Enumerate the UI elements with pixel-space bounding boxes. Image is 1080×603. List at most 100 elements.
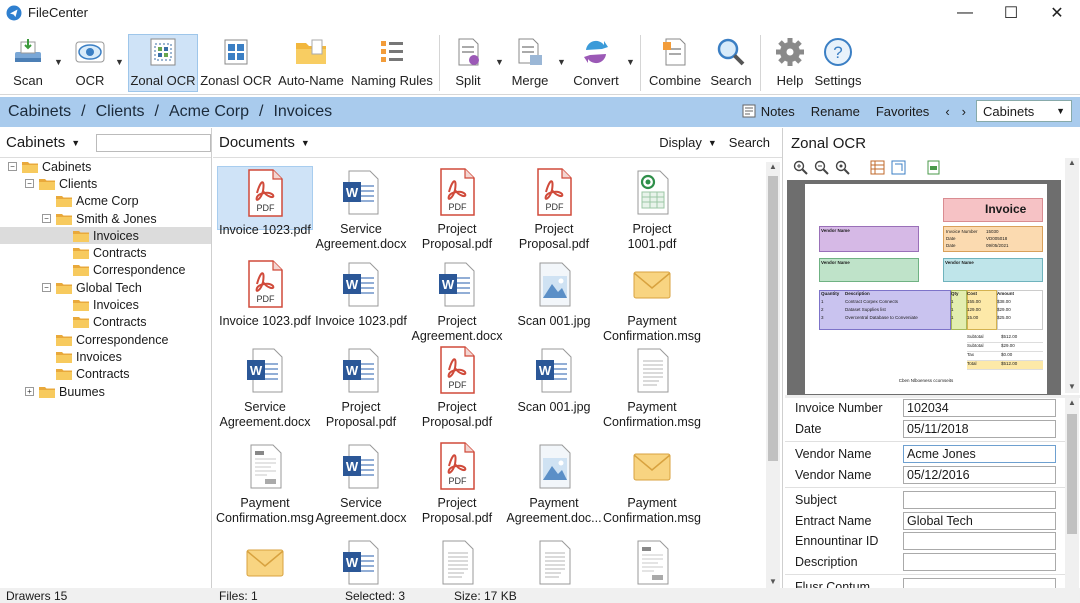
document-item[interactable]: PDF Project Proposal.pdf bbox=[409, 440, 505, 526]
field-input[interactable]: 102034 bbox=[903, 399, 1056, 417]
document-item[interactable]: Payment Confirmation.msg bbox=[216, 440, 314, 526]
scan-button[interactable]: Scan bbox=[8, 35, 48, 91]
favorites-button[interactable]: Favorites bbox=[876, 104, 929, 119]
cabinets-panel-title[interactable]: Cabinets bbox=[6, 134, 65, 151]
naming-rules-button[interactable]: Naming Rules bbox=[351, 35, 433, 91]
document-item[interactable]: Payment Confirmation.msg bbox=[603, 344, 701, 430]
tree-item[interactable]: Acme Corp bbox=[0, 193, 211, 210]
zonasl-ocr-button[interactable]: Zonasl OCR bbox=[200, 35, 272, 91]
document-item[interactable]: W Service Agreement.docx bbox=[217, 344, 313, 430]
tree-item[interactable]: − Clients bbox=[0, 175, 211, 192]
document-item[interactable]: Payment Confirmation.msg bbox=[603, 440, 701, 526]
document-item[interactable]: W Scan 001.jpg bbox=[506, 344, 602, 415]
scroll-down-icon[interactable]: ▼ bbox=[1065, 382, 1079, 391]
cabinet-select[interactable]: Cabinets ▼ bbox=[976, 100, 1072, 122]
breadcrumb-clients[interactable]: Clients bbox=[96, 103, 145, 121]
tree-item[interactable]: Invoices bbox=[0, 296, 211, 313]
document-item[interactable]: Scan 001.jpg bbox=[506, 258, 602, 329]
back-arrow-icon[interactable]: ‹ bbox=[945, 104, 949, 119]
field-input[interactable]: Acme Jones bbox=[903, 445, 1056, 463]
documents-panel-title[interactable]: Documents bbox=[219, 134, 295, 151]
document-item[interactable]: W Project Proposal.pdf bbox=[313, 344, 409, 430]
fields-scrollbar[interactable]: ▲ bbox=[1065, 398, 1079, 588]
document-item[interactable]: Payment Agreement.doc... bbox=[506, 440, 602, 526]
document-item[interactable]: W Service Agreement.docx bbox=[313, 166, 409, 252]
breadcrumb-cabinets[interactable]: Cabinets bbox=[8, 103, 71, 121]
tree-item[interactable]: − Cabinets bbox=[0, 158, 211, 175]
scroll-up-icon[interactable]: ▲ bbox=[1065, 398, 1079, 407]
document-item[interactable]: W bbox=[313, 536, 409, 588]
field-input[interactable]: 05/11/2018 bbox=[903, 419, 1056, 438]
field-input[interactable] bbox=[903, 552, 1056, 571]
combine-button[interactable]: Combine bbox=[648, 35, 702, 91]
document-item[interactable] bbox=[409, 536, 505, 588]
zone-select-icon[interactable] bbox=[891, 160, 906, 175]
search-button[interactable]: Search bbox=[710, 35, 752, 91]
vendor-zone-3[interactable]: Vendor Name bbox=[943, 258, 1043, 282]
document-item[interactable]: PDF Invoice 1023.pdf bbox=[217, 166, 313, 237]
expand-icon[interactable]: + bbox=[25, 387, 34, 396]
tree-item[interactable]: Invoices bbox=[0, 348, 211, 365]
tree-item[interactable]: Contracts bbox=[0, 244, 211, 261]
document-item[interactable]: W Service Agreement.docx bbox=[313, 440, 409, 526]
document-item[interactable]: W Project Agreement.docx bbox=[409, 258, 505, 344]
document-item[interactable]: PDF Project Proposal.pdf bbox=[409, 344, 505, 430]
breadcrumb-acme-corp[interactable]: Acme Corp bbox=[169, 103, 249, 121]
convert-button[interactable]: Convert bbox=[572, 35, 620, 91]
documents-scrollbar[interactable]: ▲ ▼ bbox=[766, 162, 780, 588]
breadcrumb-invoices[interactable]: Invoices bbox=[273, 103, 332, 121]
collapse-icon[interactable]: − bbox=[8, 162, 17, 172]
split-dropdown-icon[interactable]: ▼ bbox=[495, 57, 504, 67]
document-item[interactable]: PDF Invoice 1023.pdf bbox=[217, 258, 313, 329]
close-button[interactable]: ✕ bbox=[1034, 0, 1080, 25]
split-button[interactable]: Split bbox=[448, 35, 488, 91]
document-item[interactable]: Payment Confirmation.msg bbox=[603, 258, 701, 344]
vendor-zone-2[interactable]: Vendor Name bbox=[819, 258, 919, 282]
merge-button[interactable]: Merge bbox=[510, 35, 550, 91]
document-item[interactable] bbox=[604, 536, 700, 588]
ocr-button[interactable]: OCR bbox=[70, 35, 110, 91]
merge-dropdown-icon[interactable]: ▼ bbox=[557, 57, 566, 67]
document-preview[interactable]: Invoice Vendor Name Invoice Number 15030 D… bbox=[787, 180, 1061, 395]
chevron-down-icon[interactable]: ▼ bbox=[708, 138, 717, 150]
field-input[interactable] bbox=[903, 491, 1056, 509]
collapse-icon[interactable]: − bbox=[42, 214, 51, 224]
tree-item[interactable]: Correspondence bbox=[0, 262, 211, 279]
document-item[interactable]: PDF Project Proposal.pdf bbox=[506, 166, 602, 252]
auto-name-button[interactable]: Auto-Name bbox=[278, 35, 344, 91]
zoom-out-icon[interactable] bbox=[814, 160, 829, 175]
chevron-down-icon[interactable]: ▼ bbox=[71, 138, 80, 148]
scan-dropdown-icon[interactable]: ▼ bbox=[54, 57, 63, 67]
document-item[interactable]: PDF Project Proposal.pdf bbox=[409, 166, 505, 252]
maximize-button[interactable]: ☐ bbox=[988, 0, 1034, 25]
field-input[interactable] bbox=[903, 532, 1056, 550]
chevron-down-icon[interactable]: ▼ bbox=[301, 138, 310, 148]
field-input[interactable]: Global Tech bbox=[903, 511, 1056, 530]
tree-item[interactable]: + Buumes bbox=[0, 383, 211, 400]
scrollbar-thumb[interactable] bbox=[768, 176, 778, 461]
forward-arrow-icon[interactable]: › bbox=[962, 104, 966, 119]
vendor-zone-1[interactable]: Vendor Name bbox=[819, 226, 919, 252]
tree-item[interactable]: Correspondence bbox=[0, 331, 211, 348]
settings-button[interactable]: ? Settings bbox=[814, 35, 862, 91]
tree-item[interactable]: − Smith & Jones bbox=[0, 210, 211, 227]
minimize-button[interactable]: — bbox=[942, 0, 988, 25]
collapse-icon[interactable]: − bbox=[42, 283, 51, 293]
document-item[interactable]: Project 1001.pdf bbox=[604, 166, 700, 252]
scroll-up-icon[interactable]: ▲ bbox=[1065, 158, 1079, 167]
help-button[interactable]: Help bbox=[770, 35, 810, 91]
field-input[interactable]: 05/12/2016 bbox=[903, 465, 1056, 484]
preview-scrollbar[interactable]: ▲ ▼ bbox=[1065, 158, 1079, 393]
document-item[interactable] bbox=[217, 536, 313, 588]
tree-search-input[interactable] bbox=[96, 133, 211, 152]
documents-search-button[interactable]: Search bbox=[729, 135, 770, 150]
convert-dropdown-icon[interactable]: ▼ bbox=[626, 57, 635, 67]
zonal-ocr-button[interactable]: Zonal OCR bbox=[128, 34, 198, 92]
export-icon[interactable] bbox=[926, 160, 941, 175]
document-item[interactable]: W Invoice 1023.pdf bbox=[313, 258, 409, 329]
scroll-down-icon[interactable]: ▼ bbox=[766, 577, 780, 586]
table-zone-icon[interactable] bbox=[870, 160, 885, 175]
display-button[interactable]: Display bbox=[659, 135, 702, 150]
tree-item[interactable]: Invoices bbox=[0, 227, 211, 245]
zoom-in-icon[interactable] bbox=[793, 160, 808, 175]
